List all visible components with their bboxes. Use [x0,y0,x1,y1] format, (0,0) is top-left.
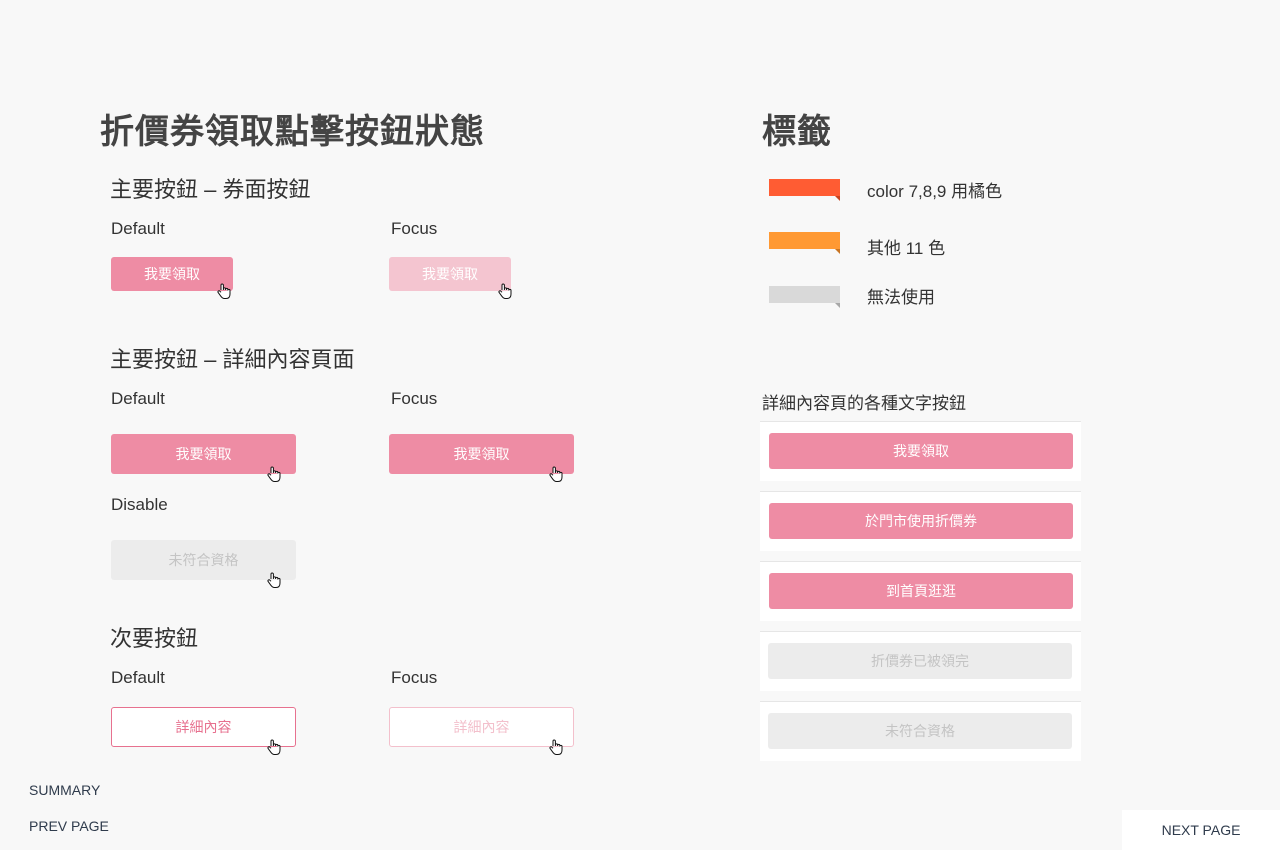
summary-link[interactable]: SUMMARY [29,782,100,798]
tag-swatch-gray [769,286,840,308]
section-heading-detail-page-button: 主要按鈕 – 詳細內容頁面 [110,347,355,372]
claim-coupon-button-focus[interactable]: 我要領取 [389,257,511,291]
claim-button[interactable]: 我要領取 [769,433,1073,469]
tag-fold [835,196,840,201]
state-label-default: Default [111,389,165,408]
tag-fold [835,303,840,308]
tag-fold [835,249,840,254]
state-label-focus: Focus [391,389,438,408]
hand-pointer-icon [498,283,512,299]
tag-swatch-orange [769,232,840,254]
hand-pointer-icon [267,572,281,588]
text-buttons-heading: 詳細內容頁的各種文字按鈕 [762,394,966,413]
tag-swatch-fill [769,286,840,303]
state-label-default: Default [111,219,165,238]
next-page-button[interactable]: NEXT PAGE [1122,810,1280,850]
details-button-focus[interactable]: 詳細內容 [389,707,574,747]
prev-page-link[interactable]: PREV PAGE [29,818,109,834]
section-heading-secondary-button: 次要按鈕 [110,626,199,651]
tag-swatch-orange-red [769,179,840,201]
tag-label: 無法使用 [867,288,935,307]
claim-button-focus[interactable]: 我要領取 [389,434,574,474]
state-label-focus: Focus [391,219,438,238]
ineligible-button[interactable]: 未符合資格 [768,713,1072,749]
state-label-default: Default [111,668,165,687]
state-label-focus: Focus [391,668,438,687]
claim-coupon-button-default[interactable]: 我要領取 [111,257,233,291]
tag-label: color 7,8,9 用橘色 [867,182,1003,201]
coupon-exhausted-button[interactable]: 折價券已被領完 [768,643,1072,679]
next-page-label: NEXT PAGE [1161,822,1241,838]
use-in-store-button[interactable]: 於門市使用折價券 [769,503,1073,539]
hand-pointer-icon [549,739,563,755]
section-heading-coupon-button: 主要按鈕 – 券面按鈕 [110,177,311,202]
tag-swatch-fill [769,232,840,249]
page-title: 折價券領取點擊按鈕狀態 [100,113,485,151]
tags-title: 標籤 [762,113,832,151]
tag-swatch-fill [769,179,840,196]
hand-pointer-icon [267,466,281,482]
state-label-disable: Disable [111,495,168,514]
hand-pointer-icon [267,739,281,755]
tag-label: 其他 11 色 [867,239,946,258]
go-home-button[interactable]: 到首頁逛逛 [769,573,1073,609]
hand-pointer-icon [217,283,231,299]
hand-pointer-icon [549,466,563,482]
